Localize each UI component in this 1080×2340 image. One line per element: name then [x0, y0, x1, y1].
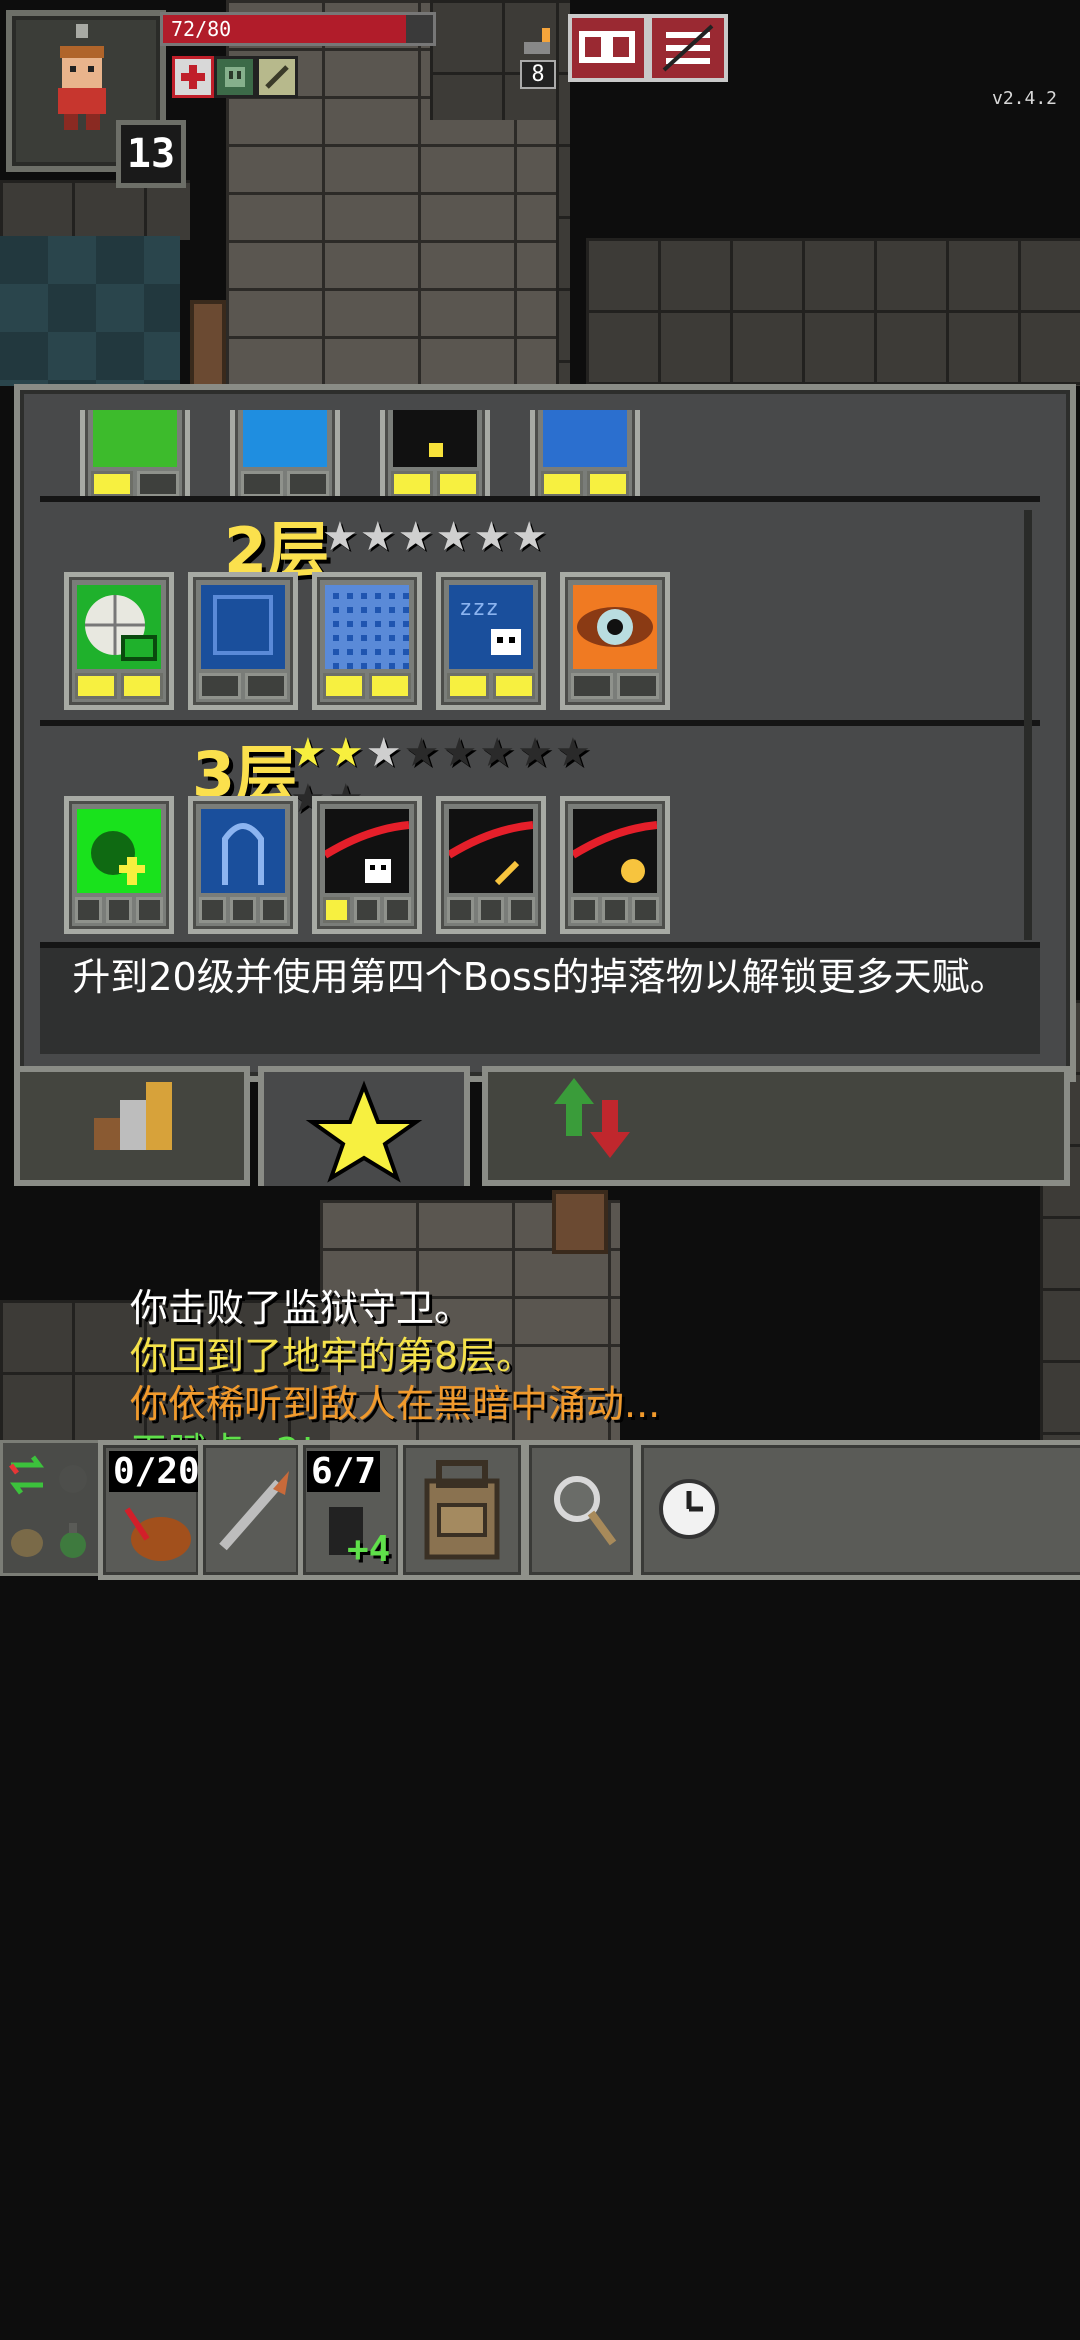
- talents-tab[interactable]: [258, 1066, 470, 1186]
- talent-slot-tier3-3[interactable]: [312, 796, 422, 934]
- stats-tab[interactable]: [14, 1066, 250, 1186]
- door: [552, 1190, 608, 1254]
- skull-slash-talent-icon: [322, 809, 410, 893]
- tier-divider: [40, 720, 1040, 726]
- shield-icon[interactable]: [214, 56, 256, 98]
- sleep-skull-talent-icon: zzz: [449, 585, 533, 669]
- stairs-icon: [524, 28, 550, 54]
- journal-button[interactable]: [568, 14, 648, 82]
- inventory-button[interactable]: [398, 1440, 526, 1580]
- grid-talent-icon: [325, 585, 409, 669]
- upgrade-tab[interactable]: [482, 1066, 1070, 1186]
- talent-icon: [93, 410, 177, 467]
- menu-icon: [662, 24, 714, 72]
- sword-icon[interactable]: [256, 56, 298, 98]
- spear-icon: [219, 1471, 289, 1551]
- wait-button[interactable]: [636, 1440, 1080, 1580]
- depth-indicator[interactable]: 8: [520, 26, 556, 89]
- eye-talent-icon: [573, 585, 657, 669]
- talent-icon: [243, 410, 327, 467]
- talent-slot[interactable]: [380, 410, 490, 500]
- talent-slot-tier3-4[interactable]: [436, 796, 546, 934]
- door: [190, 300, 226, 392]
- talent-slot-tier2-1[interactable]: [64, 572, 174, 710]
- tier-divider: [40, 496, 1040, 502]
- waterskin-counter: 0/20: [109, 1451, 204, 1492]
- talent-slot-tier3-1[interactable]: [64, 796, 174, 934]
- talent-icon: [393, 410, 477, 467]
- menu-button[interactable]: [648, 14, 728, 82]
- scrollbar[interactable]: [1024, 510, 1032, 940]
- talent-icon: [543, 410, 627, 467]
- darts-quickslot[interactable]: 6/7 +4: [298, 1440, 404, 1580]
- bomb-icon[interactable]: [53, 1449, 93, 1501]
- log-line: 你击败了监狱守卫。: [130, 1286, 473, 1330]
- water-tile: [0, 236, 180, 386]
- arrow-slash-talent-icon: [446, 809, 534, 893]
- talent-slot-tier3-5[interactable]: [560, 796, 670, 934]
- depth-number: 8: [520, 60, 556, 89]
- wall: [0, 180, 190, 240]
- seed-talent-icon: [77, 809, 161, 893]
- talent-slot-tier2-2[interactable]: [188, 572, 298, 710]
- weapon-quickslot[interactable]: [198, 1440, 304, 1580]
- clock-icon: [659, 1479, 719, 1539]
- scroll-talent-icon: [201, 585, 285, 669]
- waterskin-quickslot[interactable]: 0/20: [98, 1440, 204, 1580]
- hp-bar: 72/80: [160, 12, 436, 46]
- arch-talent-icon: [201, 809, 285, 893]
- bag-icon[interactable]: [7, 1511, 47, 1567]
- log-line: 你回到了地牢的第8层。: [130, 1334, 535, 1378]
- upgrade-bonus: +4: [347, 1529, 391, 1570]
- tier2-stars: ★★★★★★: [322, 514, 550, 560]
- stats-tab-icon: [94, 1082, 172, 1150]
- talents-window: 2层 ★★★★★★ zzz 3层 ★★★★★★★★★★: [14, 384, 1076, 1082]
- version-label: v2.4.2: [992, 88, 1058, 109]
- hp-text: 72/80: [171, 17, 232, 41]
- unlock-message: 升到20级并使用第四个Boss的掉落物以解锁更多天赋。: [40, 948, 1040, 1054]
- waterskin-icon: [124, 1507, 191, 1561]
- talent-slot-tier2-4[interactable]: zzz: [436, 572, 546, 710]
- talent-slot[interactable]: [80, 410, 190, 500]
- backpack-icon: [424, 1460, 500, 1560]
- tier1-row: [80, 410, 1060, 500]
- talent-slot[interactable]: [530, 410, 640, 500]
- talent-slot-tier3-2[interactable]: [188, 796, 298, 934]
- coin-slash-talent-icon: [570, 809, 658, 893]
- upgrade-tab-icon: [554, 1078, 630, 1158]
- talent-slot[interactable]: [230, 410, 340, 500]
- potion-icon[interactable]: [53, 1511, 93, 1567]
- quickslot-column: [0, 1440, 102, 1576]
- clock-talent-icon: [77, 585, 161, 669]
- talent-slot-tier2-5[interactable]: [560, 572, 670, 710]
- talent-slot-tier2-3[interactable]: [312, 572, 422, 710]
- search-button[interactable]: [524, 1440, 638, 1580]
- svg-text:zzz: zzz: [459, 596, 499, 621]
- log-line: 你依稀听到敌人在黑暗中涌动...: [130, 1382, 661, 1426]
- talents-tab-icon: [305, 1080, 423, 1183]
- darts-counter: 6/7: [307, 1451, 381, 1492]
- search-icon: [554, 1476, 617, 1546]
- journal-icon: [579, 31, 635, 63]
- hero-level-badge: 13: [116, 120, 186, 188]
- wall: [586, 238, 1080, 386]
- medkit-icon[interactable]: [172, 56, 214, 98]
- swap-icon[interactable]: [7, 1447, 47, 1503]
